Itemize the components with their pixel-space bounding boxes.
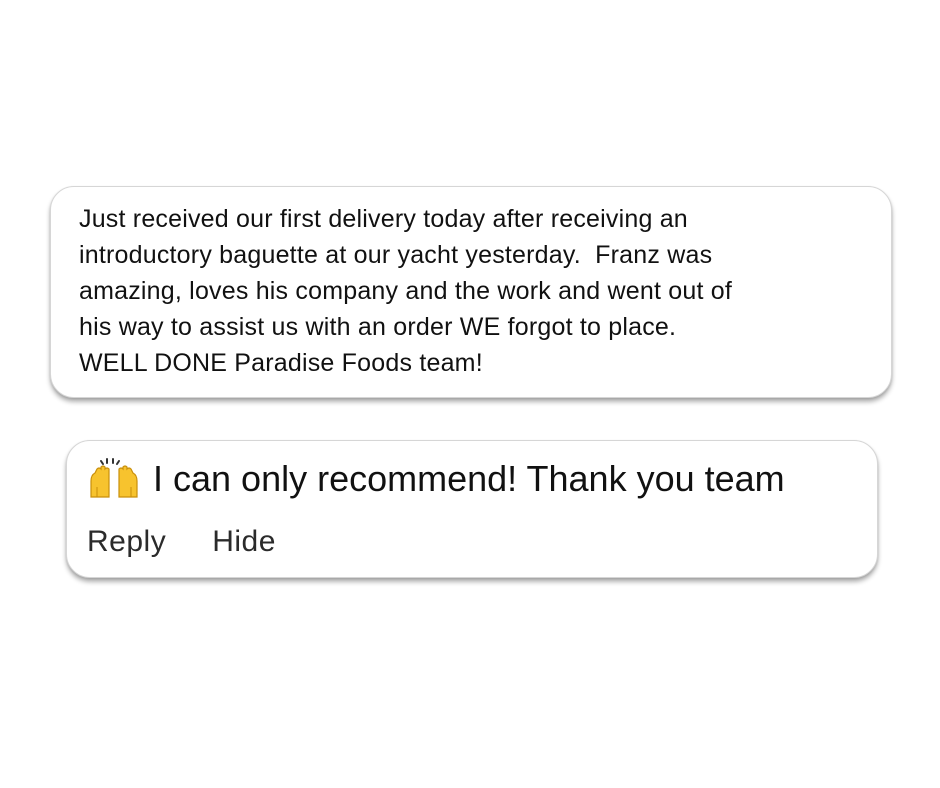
raising-hands-icon: [87, 457, 141, 501]
reply-card: I can only recommend! Thank you team Rep…: [66, 440, 878, 578]
hide-button[interactable]: Hide: [212, 523, 276, 561]
reply-button[interactable]: Reply: [87, 523, 166, 561]
review-card: Just received our first delivery today a…: [50, 186, 892, 398]
review-text: Just received our first delivery today a…: [79, 205, 733, 377]
comment-actions: Reply Hide: [87, 523, 855, 561]
reply-row: I can only recommend! Thank you team: [87, 457, 855, 501]
reply-comment-text: I can only recommend! Thank you team: [153, 458, 785, 499]
